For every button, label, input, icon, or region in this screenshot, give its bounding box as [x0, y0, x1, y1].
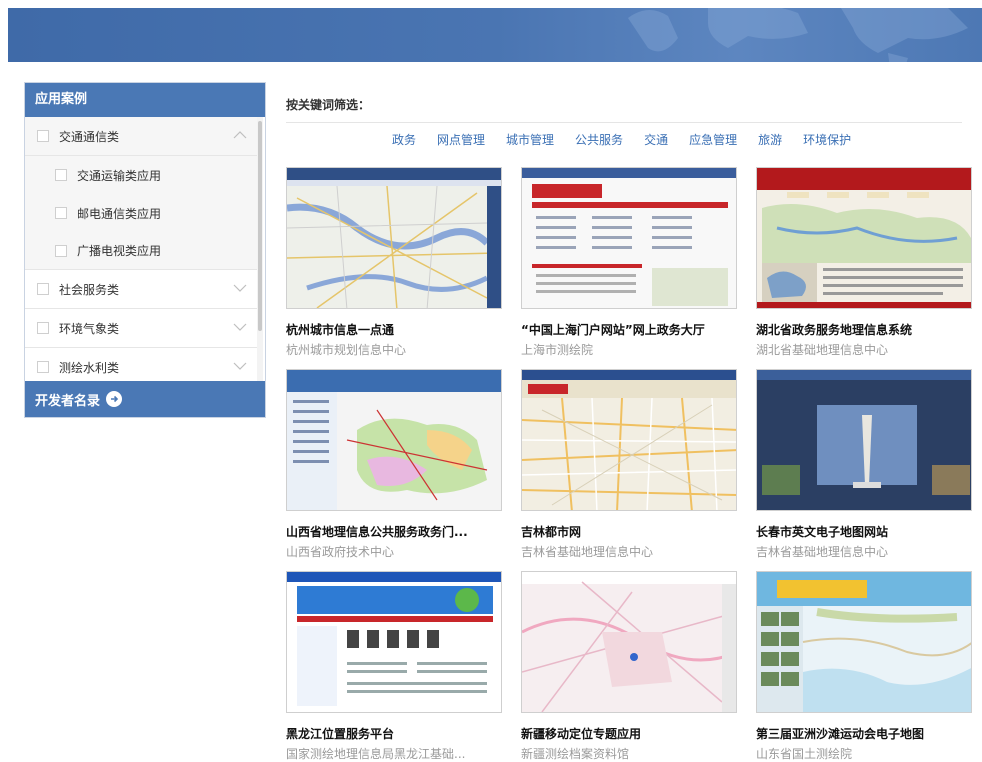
case-title[interactable]: “中国上海门户网站”网上政务大厅	[521, 321, 737, 338]
tag-link[interactable]: 交通	[644, 131, 668, 148]
checkbox[interactable]	[55, 244, 67, 257]
divider	[286, 122, 962, 123]
chevron-up-icon[interactable]	[233, 130, 247, 140]
case-org: 上海市测绘院	[521, 343, 594, 357]
header-banner	[8, 8, 982, 62]
subcategory-broadcast[interactable]: 广播电视类应用	[25, 232, 257, 270]
case-thumbnail[interactable]	[521, 571, 737, 713]
category-label: 社会服务类	[59, 282, 120, 297]
sidebar-scrollbar[interactable]	[257, 117, 263, 383]
case-org: 山东省国土测绘院	[756, 747, 853, 761]
keyword-tags: 政务 网点管理 城市管理 公共服务 交通 应急管理 旅游 环境保护	[392, 131, 872, 148]
case-org: 杭州城市规划信息中心	[286, 343, 407, 357]
case-card[interactable]: 长春市英文电子地图网站 吉林省基础地理信息中心	[756, 369, 972, 560]
tag-link[interactable]: 网点管理	[437, 131, 485, 148]
checkbox[interactable]	[37, 130, 49, 142]
checkbox[interactable]	[55, 169, 67, 181]
category-label: 环境气象类	[59, 321, 120, 336]
case-org: 山西省政府技术中心	[286, 545, 395, 559]
category-transport-comm[interactable]: 交通通信类	[25, 117, 257, 156]
case-thumbnail[interactable]	[521, 167, 737, 309]
filter-label: 按关键词筛选：	[286, 98, 371, 112]
case-org: 国家测绘地理信息局黑龙江基础...	[286, 747, 466, 761]
category-survey-water[interactable]: 测绘水利类	[25, 348, 257, 383]
arrow-right-circle-icon	[106, 391, 123, 407]
case-card[interactable]: 湖北省政务服务地理信息系统 湖北省基础地理信息中心	[756, 167, 972, 358]
case-org: 吉林省基础地理信息中心	[521, 545, 654, 559]
tag-link[interactable]: 政务	[392, 131, 416, 148]
case-thumbnail[interactable]	[286, 369, 502, 511]
checkbox[interactable]	[37, 322, 49, 334]
developer-directory-link[interactable]: 开发者名录	[25, 381, 265, 417]
subcategory-postal[interactable]: 邮电通信类应用	[25, 194, 257, 232]
case-title[interactable]: 湖北省政务服务地理信息系统	[756, 321, 972, 338]
chevron-down-icon[interactable]	[233, 322, 247, 332]
case-card[interactable]: 新疆移动定位专题应用 新疆测绘档案资料馆	[521, 571, 737, 762]
category-label: 测绘水利类	[59, 360, 120, 375]
sidebar-title: 应用案例	[25, 83, 265, 117]
category-environment[interactable]: 环境气象类	[25, 309, 257, 348]
category-label: 交通通信类	[59, 129, 120, 144]
chevron-down-icon[interactable]	[233, 361, 247, 371]
category-sidebar: 应用案例 交通通信类 交通运输类应用 邮电通信类应用 广播电视类应用 社会服务类…	[24, 82, 266, 418]
scrollbar-thumb[interactable]	[258, 121, 262, 331]
case-title[interactable]: 杭州城市信息一点通	[286, 321, 502, 338]
case-thumbnail[interactable]	[286, 571, 502, 713]
tag-link[interactable]: 应急管理	[689, 131, 737, 148]
tag-link[interactable]: 环境保护	[803, 131, 851, 148]
case-thumbnail[interactable]	[756, 571, 972, 713]
case-thumbnail[interactable]	[756, 369, 972, 511]
case-title[interactable]: 长春市英文电子地图网站	[756, 523, 972, 540]
world-map-decoration	[628, 8, 968, 62]
chevron-down-icon[interactable]	[233, 283, 247, 293]
case-title[interactable]: 黑龙江位置服务平台	[286, 725, 502, 742]
case-card[interactable]: 吉林都市网 吉林省基础地理信息中心	[521, 369, 737, 560]
tag-link[interactable]: 公共服务	[575, 131, 623, 148]
case-card[interactable]: 杭州城市信息一点通 杭州城市规划信息中心	[286, 167, 502, 358]
case-org: 新疆测绘档案资料馆	[521, 747, 630, 761]
case-card[interactable]: 黑龙江位置服务平台 国家测绘地理信息局黑龙江基础...	[286, 571, 502, 762]
checkbox[interactable]	[37, 283, 49, 295]
case-thumbnail[interactable]	[521, 369, 737, 511]
tag-link[interactable]: 城市管理	[506, 131, 554, 148]
case-org: 吉林省基础地理信息中心	[756, 545, 889, 559]
case-thumbnail[interactable]	[286, 167, 502, 309]
subcategory-label: 邮电通信类应用	[77, 206, 162, 221]
case-thumbnail[interactable]	[756, 167, 972, 309]
checkbox[interactable]	[55, 207, 67, 219]
tag-link[interactable]: 旅游	[758, 131, 782, 148]
developer-directory-label: 开发者名录	[35, 393, 101, 409]
category-social-service[interactable]: 社会服务类	[25, 270, 257, 309]
subcategory-label: 交通运输类应用	[77, 168, 162, 183]
case-card[interactable]: 第三届亚洲沙滩运动会电子地图 山东省国土测绘院	[756, 571, 972, 762]
case-title[interactable]: 新疆移动定位专题应用	[521, 725, 737, 742]
subcategory-transport[interactable]: 交通运输类应用	[25, 156, 257, 194]
case-card[interactable]: “中国上海门户网站”网上政务大厅 上海市测绘院	[521, 167, 737, 358]
checkbox[interactable]	[37, 361, 49, 373]
case-title[interactable]: 山西省地理信息公共服务政务门...	[286, 523, 502, 540]
subcategory-label: 广播电视类应用	[77, 244, 162, 258]
case-title[interactable]: 吉林都市网	[521, 523, 737, 540]
case-card[interactable]: 山西省地理信息公共服务政务门... 山西省政府技术中心	[286, 369, 502, 560]
case-org: 湖北省基础地理信息中心	[756, 343, 889, 357]
category-list: 交通通信类 交通运输类应用 邮电通信类应用 广播电视类应用 社会服务类 环境气象…	[25, 117, 257, 383]
case-title[interactable]: 第三届亚洲沙滩运动会电子地图	[756, 725, 972, 742]
